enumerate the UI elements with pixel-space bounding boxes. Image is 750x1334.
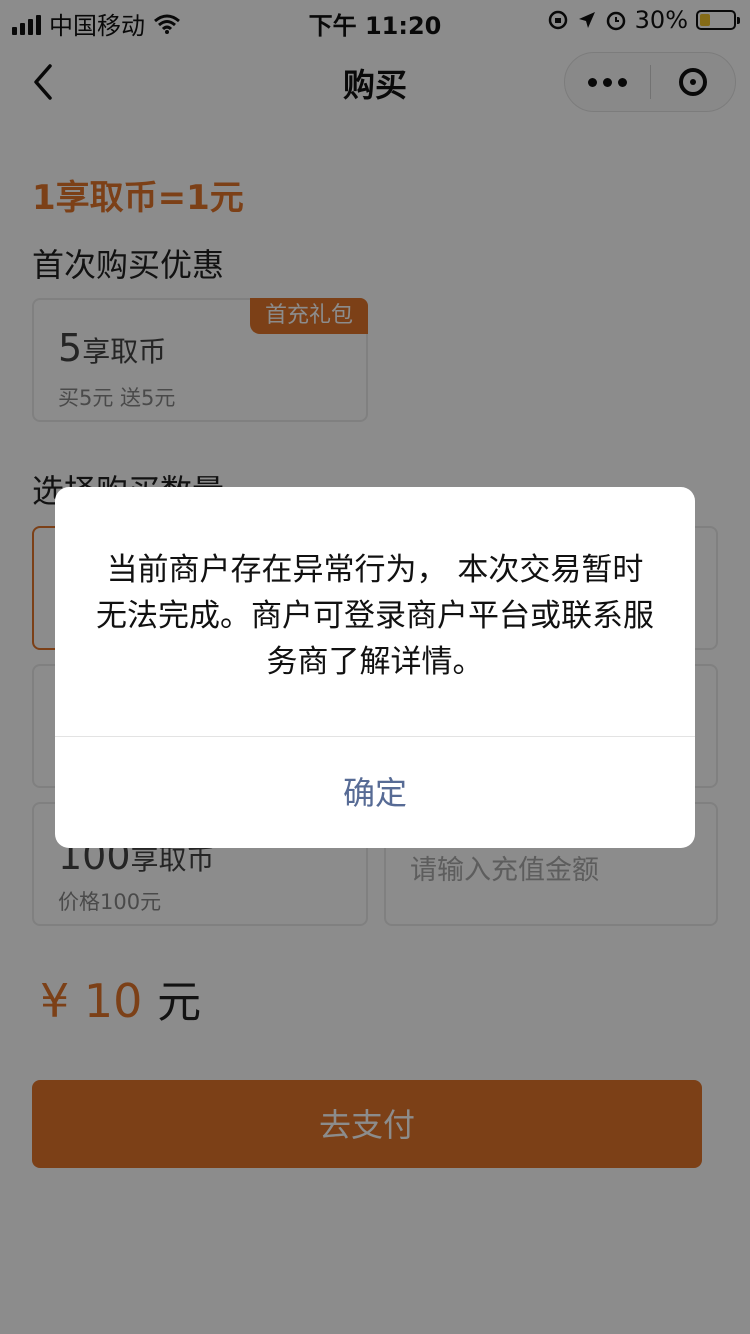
alert-message: 当前商户存在异常行为， 本次交易暂时无法完成。商户可登录商户平台或联系服务商了解…: [96, 552, 654, 680]
alert-dialog: 当前商户存在异常行为， 本次交易暂时无法完成。商户可登录商户平台或联系服务商了解…: [55, 487, 695, 848]
confirm-button[interactable]: 确定: [55, 737, 695, 848]
